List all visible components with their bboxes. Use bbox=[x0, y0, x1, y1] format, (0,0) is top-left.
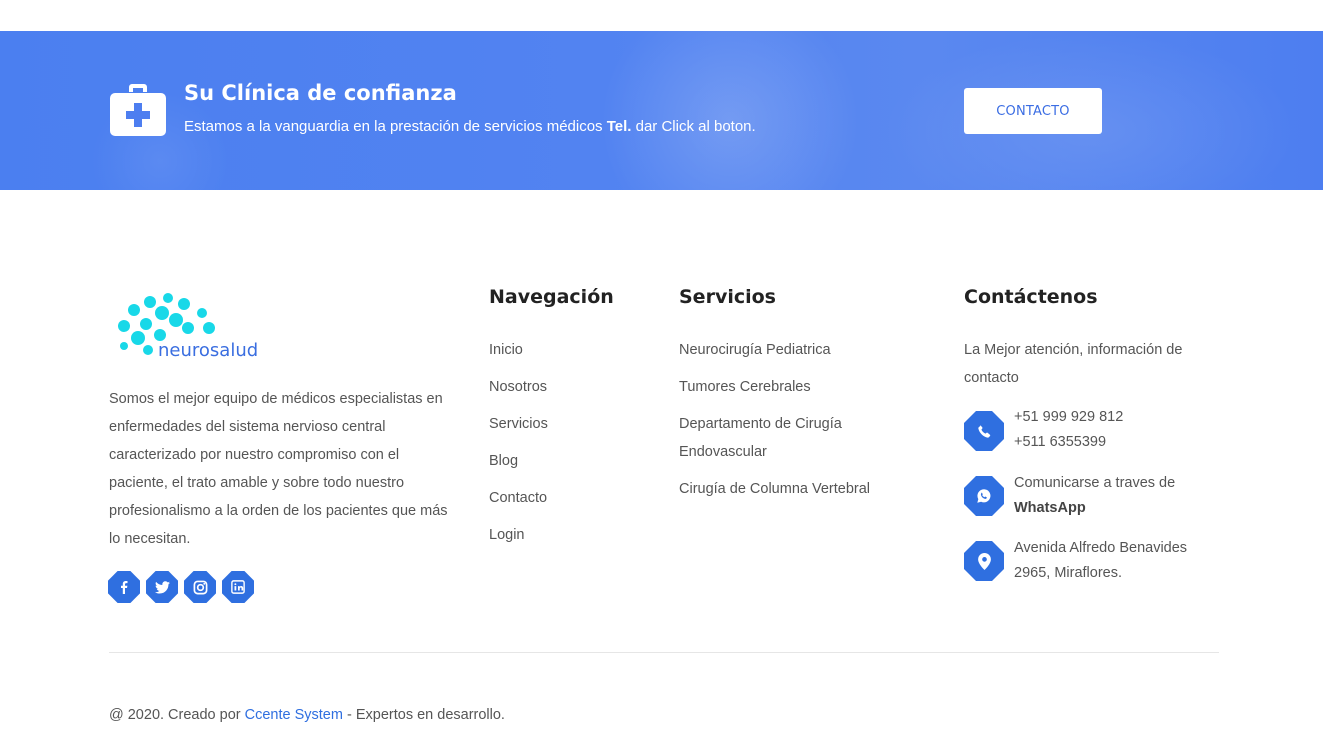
neurosalud-logo[interactable]: neurosalud bbox=[110, 288, 270, 362]
copyright: @ 2020. Creado por Ccente System - Exper… bbox=[109, 707, 505, 723]
logo-text: neurosalud bbox=[158, 340, 258, 361]
services-title: Servicios bbox=[679, 286, 776, 308]
first-aid-kit-icon bbox=[110, 84, 166, 136]
cta-subtitle: Estamos a la vanguardia en la prestación… bbox=[184, 118, 756, 135]
navigation-title: Navegación bbox=[489, 286, 614, 308]
location-pin-icon bbox=[964, 541, 1004, 581]
twitter-icon[interactable] bbox=[146, 571, 178, 603]
address-line-2: 2965, Miraflores. bbox=[1014, 565, 1122, 581]
nav-link-login[interactable]: Login bbox=[489, 523, 548, 560]
phone-number-2[interactable]: +511 6355399 bbox=[1014, 430, 1123, 455]
instagram-icon[interactable] bbox=[184, 571, 216, 603]
service-link-columna-vertebral[interactable]: Cirugía de Columna Vertebral bbox=[679, 475, 879, 503]
cta-subtitle-bold: Tel. bbox=[606, 118, 632, 135]
about-text: Somos el mejor equipo de médicos especia… bbox=[109, 391, 448, 547]
developer-link[interactable]: Ccente System bbox=[245, 707, 343, 723]
phone-icon bbox=[964, 411, 1004, 451]
contact-button[interactable]: CONTACTO bbox=[964, 88, 1102, 134]
nav-link-nosotros[interactable]: Nosotros bbox=[489, 375, 548, 412]
nav-link-servicios[interactable]: Servicios bbox=[489, 412, 548, 449]
cta-subtitle-text: Estamos a la vanguardia en la prestación… bbox=[184, 118, 607, 135]
banner-background-highlight bbox=[600, 31, 860, 190]
contact-intro: La Mejor atención, información de contac… bbox=[964, 342, 1183, 386]
copyright-tagline: - Expertos en desarrollo. bbox=[342, 707, 505, 723]
contact-phone: +51 999 929 812 +511 6355399 bbox=[964, 409, 1123, 455]
service-link-neurocirugia-pediatrica[interactable]: Neurocirugía Pediatrica bbox=[679, 336, 879, 364]
nav-link-inicio[interactable]: Inicio bbox=[489, 338, 548, 375]
contact-address: Avenida Alfredo Benavides 2965, Miraflor… bbox=[964, 540, 1187, 586]
services-list: Neurocirugía Pediatrica Tumores Cerebral… bbox=[679, 336, 879, 512]
cta-title: Su Clínica de confianza bbox=[184, 81, 457, 105]
contact-title: Contáctenos bbox=[964, 286, 1098, 308]
service-link-cirugia-endovascular[interactable]: Departamento de Cirugía Endovascular bbox=[679, 410, 879, 466]
phone-number-1[interactable]: +51 999 929 812 bbox=[1014, 405, 1123, 430]
navigation-list: Inicio Nosotros Servicios Blog Contacto … bbox=[489, 338, 548, 560]
contact-whatsapp: Comunicarse a traves de WhatsApp bbox=[964, 475, 1175, 521]
address-line-1: Avenida Alfredo Benavides bbox=[1014, 540, 1188, 556]
whatsapp-link[interactable]: WhatsApp bbox=[1014, 500, 1086, 516]
linkedin-icon[interactable] bbox=[222, 571, 254, 603]
nav-link-blog[interactable]: Blog bbox=[489, 449, 548, 486]
facebook-icon[interactable] bbox=[108, 571, 140, 603]
footer-divider bbox=[109, 652, 1219, 653]
copyright-text: @ 2020. Creado por bbox=[109, 707, 245, 723]
cta-subtitle-end: dar Click al boton. bbox=[631, 118, 756, 135]
cta-banner: Su Clínica de confianza Estamos a la van… bbox=[0, 31, 1323, 190]
whatsapp-text: Comunicarse a traves de bbox=[1014, 475, 1176, 491]
whatsapp-icon[interactable] bbox=[964, 476, 1004, 516]
service-link-tumores-cerebrales[interactable]: Tumores Cerebrales bbox=[679, 373, 879, 401]
nav-link-contacto[interactable]: Contacto bbox=[489, 486, 548, 523]
social-links bbox=[108, 571, 254, 603]
